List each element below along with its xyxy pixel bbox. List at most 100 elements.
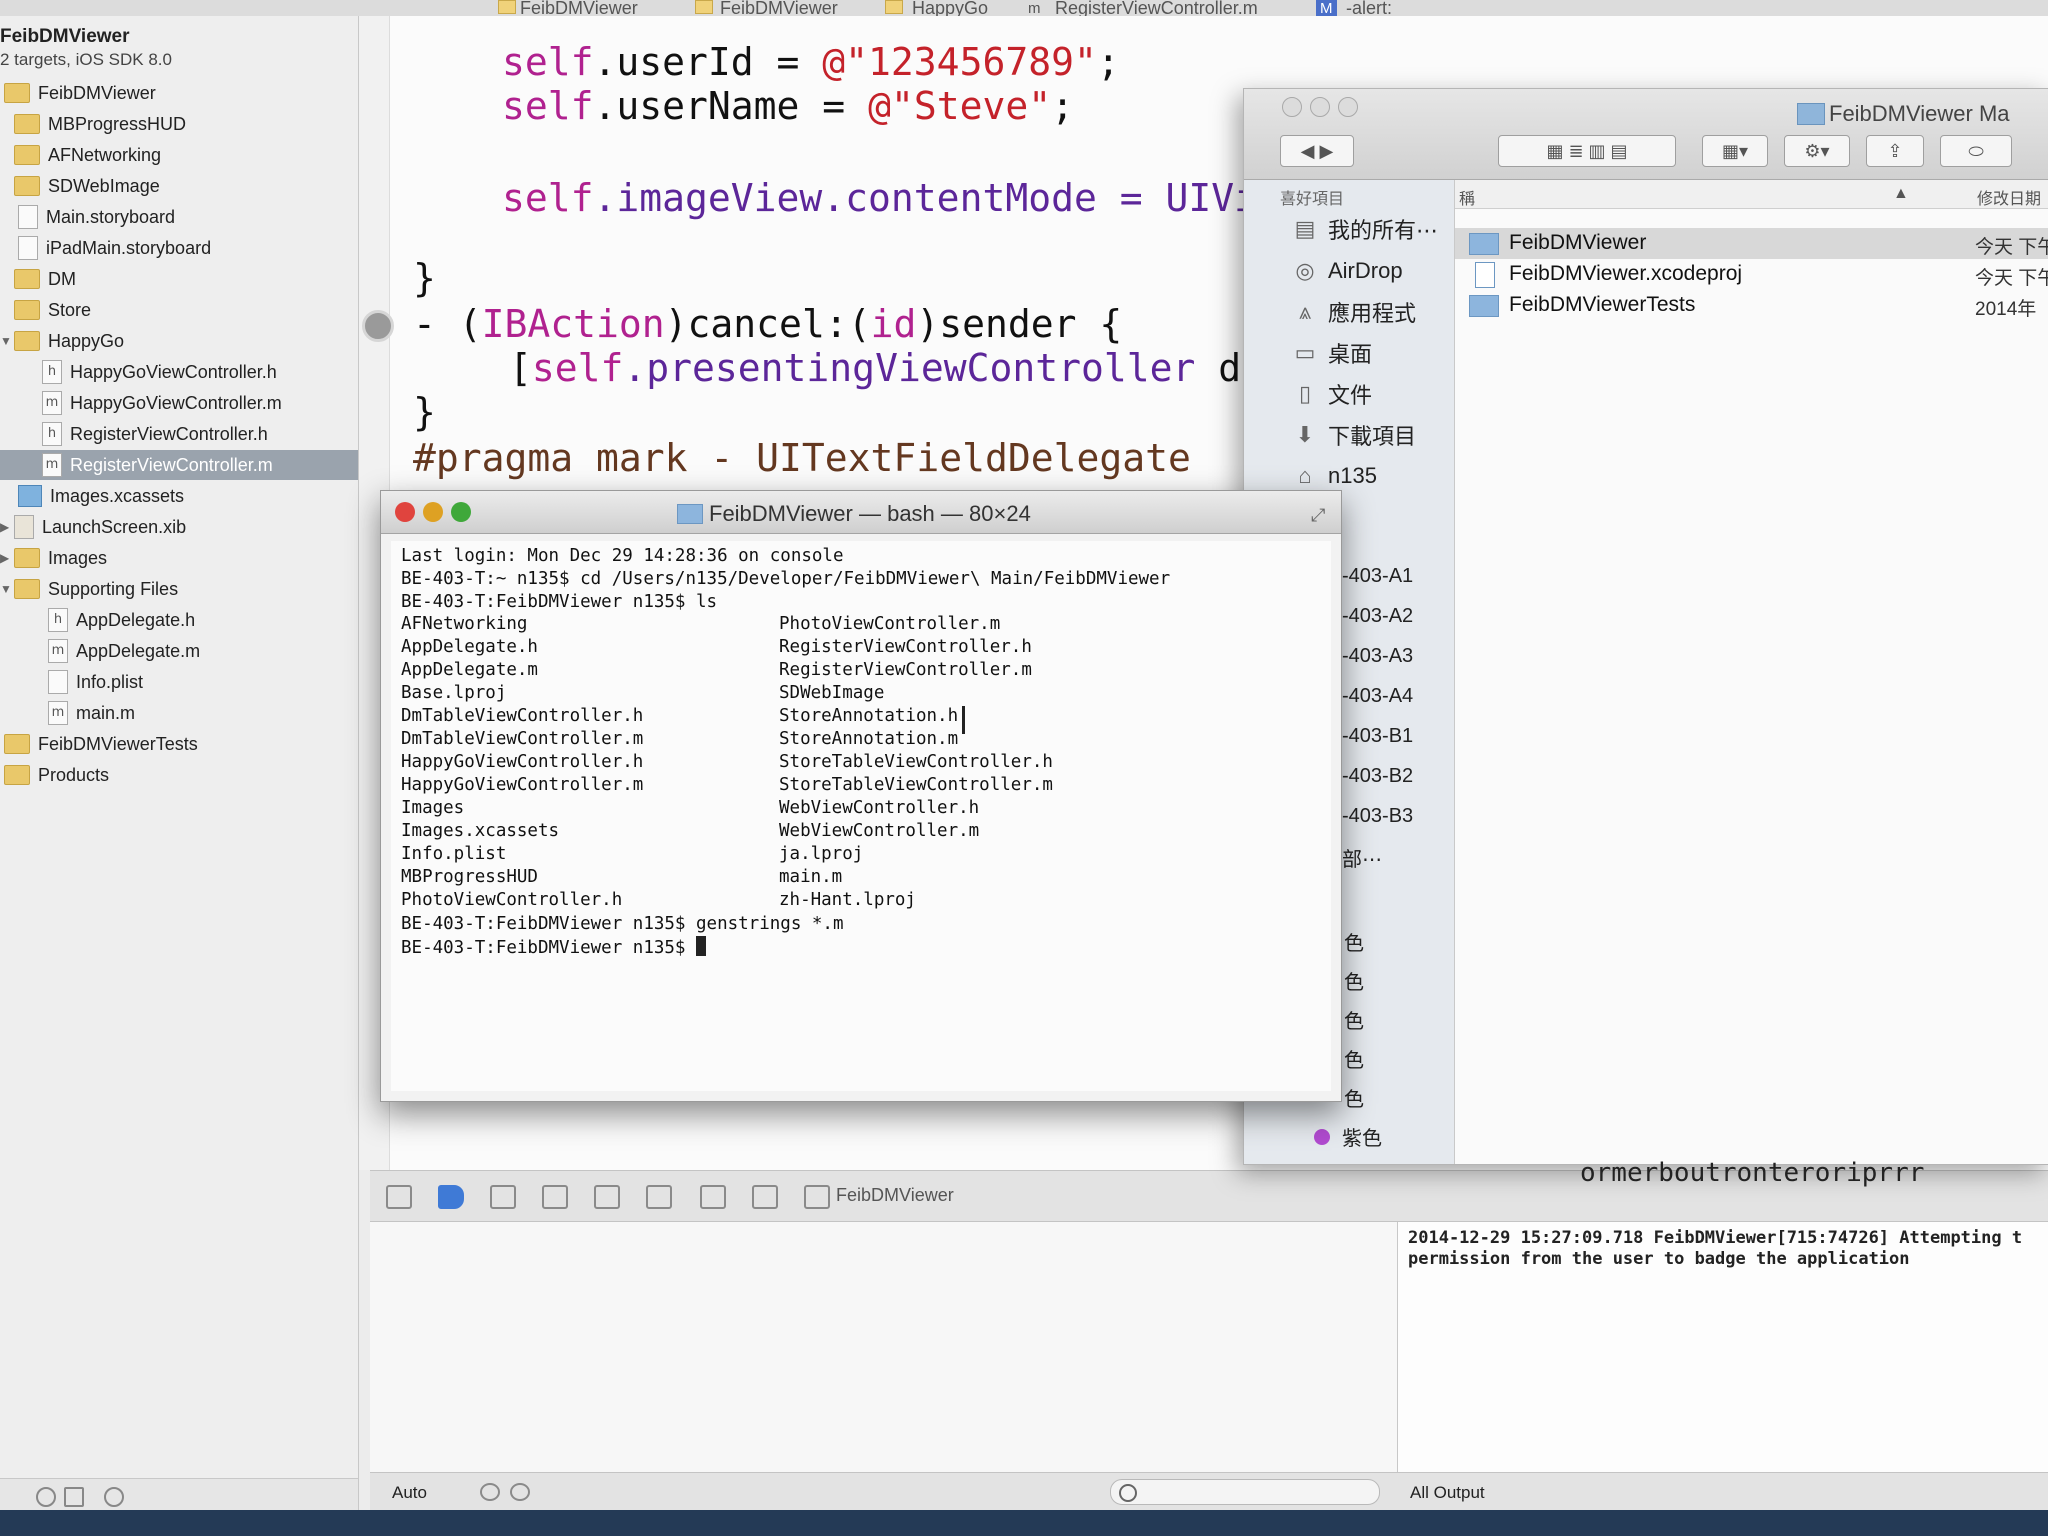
finder-close-button[interactable] <box>1282 97 1302 117</box>
terminal-zoom-button[interactable] <box>451 502 471 522</box>
shared-item[interactable]: -403-A3 <box>1342 645 1413 668</box>
console-filter-field[interactable] <box>1110 1479 1380 1505</box>
share-icon[interactable]: ⇪ <box>1866 135 1924 167</box>
nav-item-dm[interactable]: DM <box>14 264 76 294</box>
code-line-cancel-method[interactable]: - (IBAction)cancel:(id)sender { <box>413 302 1122 346</box>
disclosure-triangle-icon[interactable]: ▶ <box>0 520 12 534</box>
nav-item-info-plist[interactable]: Info.plist <box>48 667 143 697</box>
quick-look-icon[interactable] <box>480 1483 500 1501</box>
nav-item-tests[interactable]: FeibDMViewerTests <box>4 729 198 759</box>
nav-item-store[interactable]: Store <box>14 295 91 325</box>
shared-item[interactable]: -403-B2 <box>1342 765 1413 788</box>
terminal-minimize-button[interactable] <box>423 502 443 522</box>
view-debugger-icon[interactable] <box>700 1185 726 1209</box>
output-scope-selector[interactable]: All Output <box>1410 1483 1485 1503</box>
sidebar-item-downloads[interactable]: ⬇ 下載項目 <box>1292 419 1416 451</box>
step-out-icon[interactable] <box>646 1185 672 1209</box>
nav-item-products[interactable]: Products <box>4 760 109 790</box>
sidebar-item-home[interactable]: ⌂ n135 <box>1292 460 1377 492</box>
filter-search-icon[interactable] <box>104 1487 124 1507</box>
nav-item-happygo[interactable]: ▼ HappyGo <box>0 326 124 356</box>
code-line-dismiss[interactable]: [self.presentingViewController dis <box>509 346 1287 390</box>
nav-item-happygo-m[interactable]: m HappyGoViewController.m <box>42 388 282 418</box>
sidebar-item-applications[interactable]: ⩓ 應用程式 <box>1292 296 1416 328</box>
finder-zoom-button[interactable] <box>1338 97 1358 117</box>
terminal-output[interactable]: Last login: Mon Dec 29 14:28:36 on conso… <box>391 541 1331 1091</box>
variables-view[interactable] <box>370 1222 1398 1472</box>
sidebar-item-all-files[interactable]: ▤ 我的所有⋯ <box>1292 213 1438 245</box>
debug-target-label[interactable]: FeibDMViewer <box>836 1185 954 1206</box>
view-mode-control[interactable]: ▦ ≣ ▥ ▤ <box>1498 135 1676 167</box>
nav-item-ipadmain-storyboard[interactable]: iPadMain.storyboard <box>18 233 211 263</box>
hide-debug-area-icon[interactable] <box>386 1185 412 1209</box>
tag-item[interactable]: 色 <box>1344 966 1364 995</box>
disclosure-triangle-icon[interactable]: ▼ <box>0 334 12 348</box>
nav-item-afnetworking[interactable]: AFNetworking <box>14 140 161 170</box>
variables-scope-selector[interactable]: Auto <box>392 1483 427 1503</box>
terminal-titlebar[interactable]: FeibDMViewer — bash — 80×24 ⤢ <box>381 491 1341 534</box>
shared-item[interactable]: -403-A1 <box>1342 565 1413 588</box>
nav-item-feibdmviewer[interactable]: FeibDMViewer <box>4 78 156 108</box>
finder-minimize-button[interactable] <box>1310 97 1330 117</box>
fullscreen-icon[interactable]: ⤢ <box>1311 505 1325 526</box>
back-forward-buttons[interactable]: ◀ ▶ <box>1280 135 1354 167</box>
code-line-pragma[interactable]: #pragma mark - UITextFieldDelegate <box>413 436 1191 480</box>
filter-icon <box>1119 1484 1137 1502</box>
pause-icon[interactable] <box>490 1185 516 1209</box>
shared-item[interactable]: -403-B1 <box>1342 725 1413 748</box>
code-line-close-brace-2[interactable]: } <box>413 390 436 434</box>
tags-icon[interactable]: ⬭ <box>1940 135 2012 167</box>
nav-item-images-xcassets[interactable]: Images.xcassets <box>18 481 184 511</box>
code-line-username[interactable]: self.userName = @"Steve"; <box>502 84 1074 128</box>
nav-item-register-h[interactable]: h RegisterViewController.h <box>42 419 268 449</box>
nav-item-supporting-files[interactable]: ▼ Supporting Files <box>0 574 178 604</box>
sidebar-item-airdrop[interactable]: ◎ AirDrop <box>1292 255 1402 287</box>
name-column-header[interactable]: 稱 <box>1459 185 1475 209</box>
file-row[interactable]: FeibDMViewerTests 2014年 <box>1455 290 2048 321</box>
step-over-icon[interactable] <box>542 1185 568 1209</box>
tag-item[interactable]: 色 <box>1344 1044 1364 1073</box>
file-row[interactable]: FeibDMViewer 今天 下午 <box>1455 228 2048 259</box>
breakpoints-toggle-icon[interactable] <box>438 1185 464 1209</box>
disclosure-triangle-icon[interactable]: ▶ <box>0 551 12 565</box>
nav-item-images[interactable]: ▶ Images <box>0 543 107 573</box>
finder-file-list[interactable] <box>1455 180 2048 1164</box>
code-line-close-brace[interactable]: } <box>413 256 436 300</box>
gear-icon[interactable]: ⚙▾ <box>1784 135 1850 167</box>
simulate-location-icon[interactable] <box>752 1185 778 1209</box>
nav-item-appdelegate-h[interactable]: h AppDelegate.h <box>48 605 195 635</box>
nav-item-happygo-h[interactable]: h HappyGoViewController.h <box>42 357 277 387</box>
sidebar-item-desktop[interactable]: ▭ 桌面 <box>1292 337 1372 369</box>
shared-more[interactable]: 部⋯ <box>1342 843 1382 872</box>
finder-titlebar[interactable]: FeibDMViewer Ma ◀ ▶ ▦ ≣ ▥ ▤ ▦▾ ⚙▾ ⇪ ⬭ <box>1244 89 2048 180</box>
date-column-header[interactable]: 修改日期 <box>1977 185 2041 209</box>
code-line-userid[interactable]: self.userId = @"123456789"; <box>502 40 1120 84</box>
terminal-close-button[interactable] <box>395 502 415 522</box>
nav-item-main-m[interactable]: m main.m <box>48 698 135 728</box>
nav-item-mbprogresshud[interactable]: MBProgressHUD <box>14 109 186 139</box>
nav-item-launchscreen[interactable]: ▶ LaunchScreen.xib <box>0 512 186 542</box>
shared-item[interactable]: -403-A4 <box>1342 685 1413 708</box>
nav-item-main-storyboard[interactable]: Main.storyboard <box>18 202 175 232</box>
project-name[interactable]: FeibDMViewer <box>0 26 130 48</box>
nav-item-register-m[interactable]: m RegisterViewController.m <box>0 450 358 480</box>
arrange-button[interactable]: ▦▾ <box>1702 135 1768 167</box>
shared-item[interactable]: -403-A2 <box>1342 605 1413 628</box>
nav-item-sdwebimage[interactable]: SDWebImage <box>14 171 160 201</box>
info-icon[interactable] <box>510 1483 530 1501</box>
tag-item[interactable]: 色 <box>1344 927 1364 956</box>
code-line-contentmode[interactable]: self.imageView.contentMode = UIVi <box>502 176 1257 220</box>
recent-files-icon[interactable] <box>36 1487 56 1507</box>
shared-item[interactable]: -403-B3 <box>1342 805 1413 828</box>
tag-item[interactable]: 色 <box>1344 1005 1364 1034</box>
tag-item[interactable]: 色 <box>1344 1083 1364 1112</box>
nav-item-appdelegate-m[interactable]: m AppDelegate.m <box>48 636 200 666</box>
tag-item-purple[interactable]: 紫色 <box>1314 1122 1382 1151</box>
console-output[interactable]: 2014-12-29 15:27:09.718 FeibDMViewer[715… <box>1398 1222 2048 1472</box>
file-row[interactable]: FeibDMViewer.xcodeproj 今天 下午 <box>1455 259 2048 290</box>
step-into-icon[interactable] <box>594 1185 620 1209</box>
scm-status-icon[interactable] <box>64 1487 84 1507</box>
sidebar-item-documents[interactable]: ▯ 文件 <box>1292 378 1372 410</box>
disclosure-triangle-icon[interactable]: ▼ <box>0 582 12 596</box>
breakpoint-marker-icon[interactable] <box>362 310 394 342</box>
